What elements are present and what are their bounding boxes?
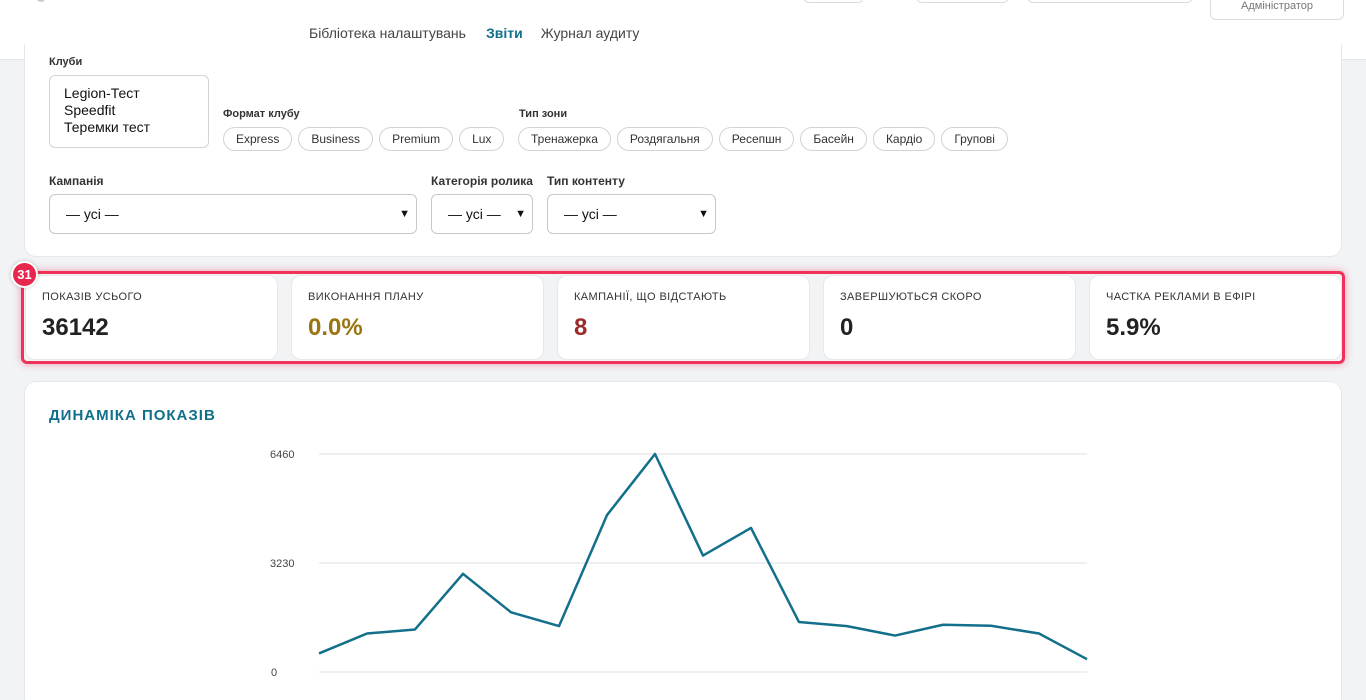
chip-gym[interactable]: Тренажерка [518,127,611,151]
zone-type-chips: Тренажерка Роздягальня Ресепшн Басейн Ка… [518,127,1008,151]
kpi-value: 36142 [42,314,109,341]
chip-group[interactable]: Групові [941,127,1008,151]
data-point[interactable] [701,554,705,558]
logo-icon [36,0,46,2]
chip-express[interactable]: Express [223,127,293,151]
data-point[interactable] [749,526,753,530]
chevron-down-icon: ▼ [399,208,410,220]
campaign-label: Кампанія [49,174,104,188]
clubs-label: Клуби [49,56,83,68]
clubs-listbox[interactable]: Legion-Тест Speedfit Теремки тест [49,75,209,148]
chevron-down-icon: ▼ [698,208,709,220]
chip-lux[interactable]: Lux [459,127,505,151]
chip-locker-room[interactable]: Роздягальня [616,127,713,151]
data-point[interactable] [653,452,657,456]
user-menu[interactable]: Адміністратор [1210,0,1344,20]
data-point[interactable] [413,627,417,631]
data-point[interactable] [461,572,465,576]
club-format-chips: Express Business Premium Lux [223,127,505,151]
data-point[interactable] [989,624,993,628]
header-control[interactable] [1027,0,1193,3]
kpi-value: 5.9% [1106,314,1161,341]
chip-premium[interactable]: Premium [379,127,454,151]
kpi-label: ЗАВЕРШУЮТЬСЯ СКОРО [840,291,982,303]
club-format-label: Формат клубу [223,108,300,120]
chevron-down-icon: ▼ [515,208,526,220]
y-tick-label: 6460 [270,449,294,461]
chip-reception[interactable]: Ресепшн [718,127,795,151]
data-point[interactable] [509,610,513,614]
data-point[interactable] [893,634,897,638]
header-control[interactable] [803,0,864,3]
campaign-select-value: — усі — [66,206,119,222]
data-point[interactable] [557,624,561,628]
kpi-label: ЧАСТКА РЕКЛАМИ В ЕФІРІ [1106,291,1256,303]
club-option[interactable]: Legion-Тест [64,85,194,102]
header-control[interactable] [916,0,1009,3]
clip-category-label: Категорія ролика [431,174,533,188]
y-tick-label: 0 [271,667,277,679]
filters-panel: Клуби Legion-Тест Speedfit Теремки тест … [24,44,1342,257]
clip-category-select-value: — усі — [448,206,501,222]
content-type-select-value: — усі — [564,206,617,222]
kpi-label: ПОКАЗІВ УСЬОГО [42,291,143,303]
kpi-card-plan-completion: ВИКОНАННЯ ПЛАНУ 0.0% [291,275,544,360]
club-option[interactable]: Теремки тест [64,119,194,136]
kpi-card-ad-share: ЧАСТКА РЕКЛАМИ В ЕФІРІ 5.9% [1089,275,1342,360]
kpi-card-lagging-campaigns: КАМПАНІЇ, ЩО ВІДСТАЮТЬ 8 [557,275,810,360]
zone-type-label: Тип зони [519,108,568,120]
campaign-select[interactable]: — усі — ▼ [49,194,417,234]
chip-pool[interactable]: Басейн [800,127,867,151]
data-point[interactable] [941,623,945,627]
kpi-card-total-impressions: ПОКАЗІВ УСЬОГО 36142 [25,275,278,360]
content-type-select[interactable]: — усі — ▼ [547,194,716,234]
user-role: Адміністратор [1241,0,1313,12]
data-point[interactable] [605,513,609,517]
data-point[interactable] [1037,632,1041,636]
annotation-badge: 31 [11,261,38,288]
kpi-value: 0 [840,314,854,341]
kpi-value: 0.0% [308,314,363,341]
y-tick-label: 3230 [270,558,294,570]
data-point[interactable] [845,624,849,628]
clip-category-select[interactable]: — усі — ▼ [431,194,533,234]
kpi-label: ВИКОНАННЯ ПЛАНУ [308,291,424,303]
kpi-card-ending-soon: ЗАВЕРШУЮТЬСЯ СКОРО 0 [823,275,1076,360]
content-type-label: Тип контенту [547,174,625,188]
kpi-label: КАМПАНІЇ, ЩО ВІДСТАЮТЬ [574,291,727,303]
chip-cardio[interactable]: Кардіо [872,127,936,151]
impressions-line-chart: 0 3230 6460 [270,449,1089,679]
impressions-dynamics-card: ДИНАМІКА ПОКАЗІВ 0 3230 6460 [24,381,1342,700]
club-option[interactable]: Speedfit [64,102,194,119]
data-point[interactable] [365,632,369,636]
chip-business[interactable]: Business [298,127,374,151]
kpi-value: 8 [574,314,588,341]
data-point[interactable] [797,620,801,624]
data-point[interactable] [317,651,321,655]
data-point[interactable] [1085,657,1089,661]
